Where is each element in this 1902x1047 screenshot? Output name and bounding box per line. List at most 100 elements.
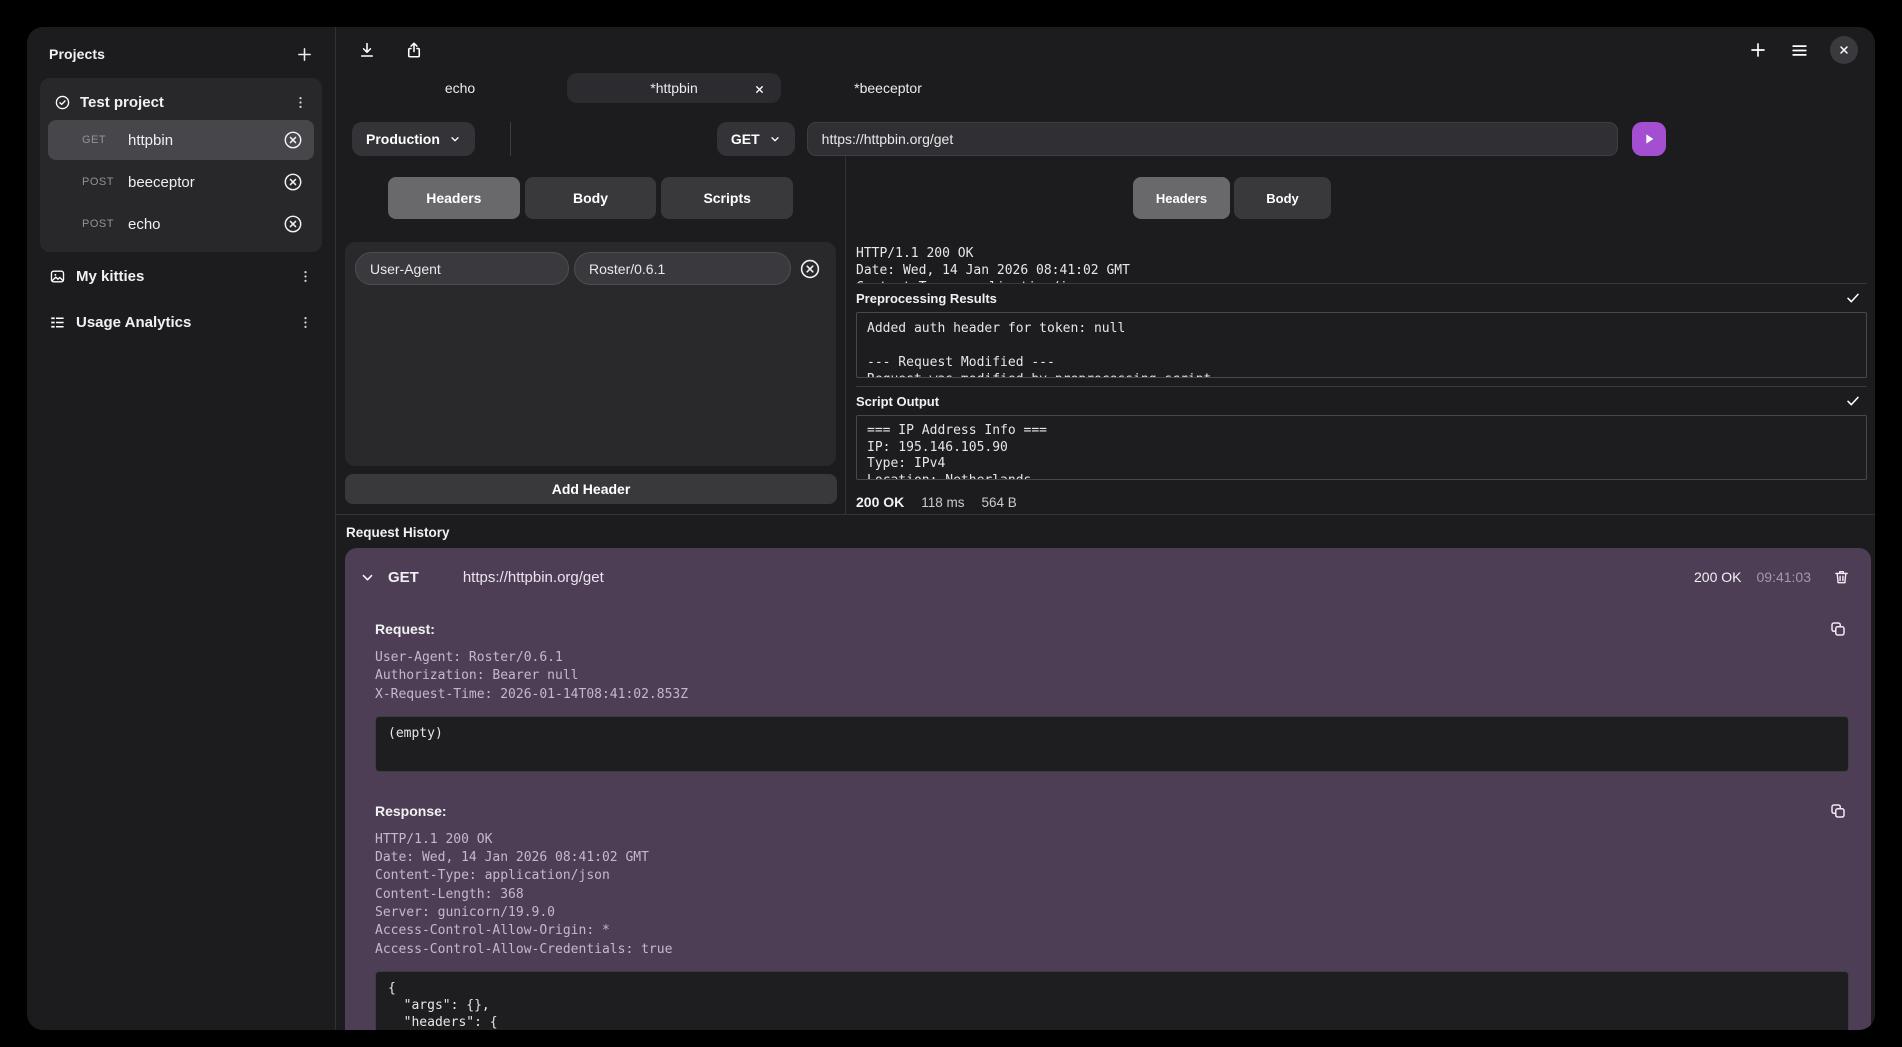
script-output-header: Script Output <box>856 387 1867 415</box>
tab-response-headers[interactable]: Headers <box>1133 177 1230 219</box>
remove-request-button[interactable] <box>280 169 306 195</box>
header-key-input[interactable] <box>355 252 569 285</box>
history-request-header: Request: <box>375 618 1849 640</box>
project-group: Test project GET httpbin POST beeceptor <box>40 78 322 252</box>
copy-response-button[interactable] <box>1827 800 1849 822</box>
chevron-down-icon[interactable] <box>360 570 375 585</box>
sidebar-request-echo[interactable]: POST echo <box>48 204 314 244</box>
play-icon <box>1641 131 1657 147</box>
download-icon <box>358 41 376 59</box>
response-status-row: 200 OK 118 ms 564 B <box>856 490 1867 514</box>
method-dropdown[interactable]: GET <box>717 122 795 156</box>
tab-echo[interactable]: echo <box>353 73 567 103</box>
sidebar-request-beeceptor[interactable]: POST beeceptor <box>48 162 314 202</box>
add-project-button[interactable] <box>294 44 315 65</box>
sidebar-item-my-kitties[interactable]: My kitties <box>40 254 322 298</box>
history-entry-header[interactable]: GET https://httpbin.org/get 200 OK 09:41… <box>357 560 1859 594</box>
circle-x-icon <box>282 171 304 193</box>
preprocessing-title: Preprocessing Results <box>856 291 997 306</box>
tab-label: *beeceptor <box>854 80 922 96</box>
request-name-label: echo <box>128 216 280 233</box>
request-history-title: Request History <box>346 525 1871 540</box>
divider <box>510 122 511 156</box>
history-response-body: { "args": {}, "headers": { <box>375 971 1849 1030</box>
window-close-button[interactable] <box>1830 36 1858 64</box>
sidebar-item-usage-analytics[interactable]: Usage Analytics <box>40 300 322 344</box>
project-check-circle-icon <box>54 94 71 111</box>
send-button[interactable] <box>1632 122 1666 156</box>
request-label: Request: <box>375 621 435 637</box>
collection-menu-button[interactable] <box>296 266 315 287</box>
close-icon <box>1838 44 1850 56</box>
remove-request-button[interactable] <box>280 211 306 237</box>
collection-menu-button[interactable] <box>296 312 315 333</box>
header-row <box>355 252 826 285</box>
tab-beeceptor[interactable]: *beeceptor <box>781 73 995 103</box>
kebab-menu-icon <box>298 314 313 331</box>
new-tab-button[interactable] <box>1747 39 1769 61</box>
project-header[interactable]: Test project <box>48 86 314 118</box>
sidebar-header: Projects <box>40 40 322 68</box>
toolbar <box>336 27 1875 73</box>
request-name-label: beeceptor <box>128 174 280 191</box>
response-headers-preview: HTTP/1.1 200 OK Date: Wed, 14 Jan 2026 0… <box>856 245 1867 283</box>
copy-icon <box>1829 802 1847 820</box>
trash-icon <box>1833 568 1850 586</box>
history-entry: GET https://httpbin.org/get 200 OK 09:41… <box>345 548 1871 1030</box>
preprocessing-section: Preprocessing Results Added auth header … <box>856 283 1867 378</box>
request-name-label: httpbin <box>128 132 280 149</box>
tab-close-button[interactable] <box>752 82 767 97</box>
history-request-body: (empty) <box>375 716 1849 772</box>
history-response-headers: HTTP/1.1 200 OK Date: Wed, 14 Jan 2026 0… <box>375 831 1849 959</box>
projects-title: Projects <box>49 46 105 62</box>
environment-dropdown[interactable]: Production <box>352 122 475 156</box>
plus-icon <box>1749 41 1767 59</box>
request-history-section: Request History GET https://httpbin.org/… <box>336 514 1875 1030</box>
tab-label: echo <box>445 80 475 96</box>
menu-button[interactable] <box>1788 39 1811 62</box>
method-label: GET <box>731 131 760 147</box>
environment-label: Production <box>366 131 440 147</box>
check-icon <box>1845 290 1861 306</box>
tab-request-scripts[interactable]: Scripts <box>661 177 793 219</box>
close-icon <box>754 84 765 95</box>
import-button[interactable] <box>356 39 378 61</box>
toolbar-right <box>1747 36 1858 64</box>
header-value-input[interactable] <box>574 252 791 285</box>
app-window: Projects Test project GET httpbin <box>27 27 1875 1030</box>
tab-request-headers[interactable]: Headers <box>388 177 520 219</box>
response-label: Response: <box>375 803 447 819</box>
main-area: echo *httpbin *beeceptor Production GET <box>336 27 1875 1030</box>
history-method: GET <box>388 569 419 586</box>
tab-response-body[interactable]: Body <box>1234 177 1331 219</box>
headers-editor <box>345 242 836 466</box>
export-button[interactable] <box>403 39 425 61</box>
copy-request-button[interactable] <box>1827 618 1849 640</box>
kebab-menu-icon <box>298 268 313 285</box>
request-method-label: GET <box>82 134 128 146</box>
history-entry-body: Request: User-Agent: Roster/0.6.1 Author… <box>357 618 1859 1030</box>
kebab-menu-icon <box>293 94 308 111</box>
request-panel: Headers Body Scripts Add Header <box>336 156 846 514</box>
request-method-label: POST <box>82 218 128 230</box>
url-input[interactable] <box>807 122 1618 156</box>
request-bar: Production GET <box>336 121 1875 156</box>
remove-header-button[interactable] <box>796 255 824 283</box>
collection-name: Usage Analytics <box>76 314 286 331</box>
tab-request-body[interactable]: Body <box>525 177 657 219</box>
preprocessing-header: Preprocessing Results <box>856 284 1867 312</box>
add-header-button[interactable]: Add Header <box>345 474 837 504</box>
circle-x-icon <box>282 213 304 235</box>
circle-x-icon <box>282 129 304 151</box>
list-icon <box>49 314 66 331</box>
remove-request-button[interactable] <box>280 127 306 153</box>
delete-history-button[interactable] <box>1831 566 1852 588</box>
tab-httpbin[interactable]: *httpbin <box>567 73 781 103</box>
hamburger-icon <box>1790 41 1809 60</box>
script-output-text: === IP Address Info === IP: 195.146.105.… <box>856 415 1867 480</box>
sidebar-request-httpbin[interactable]: GET httpbin <box>48 120 314 160</box>
response-panel: Headers Body HTTP/1.1 200 OK Date: Wed, … <box>846 156 1875 514</box>
response-tabs: Headers Body <box>1133 177 1331 219</box>
panels: Headers Body Scripts Add Header <box>336 156 1875 514</box>
project-menu-button[interactable] <box>291 92 310 113</box>
